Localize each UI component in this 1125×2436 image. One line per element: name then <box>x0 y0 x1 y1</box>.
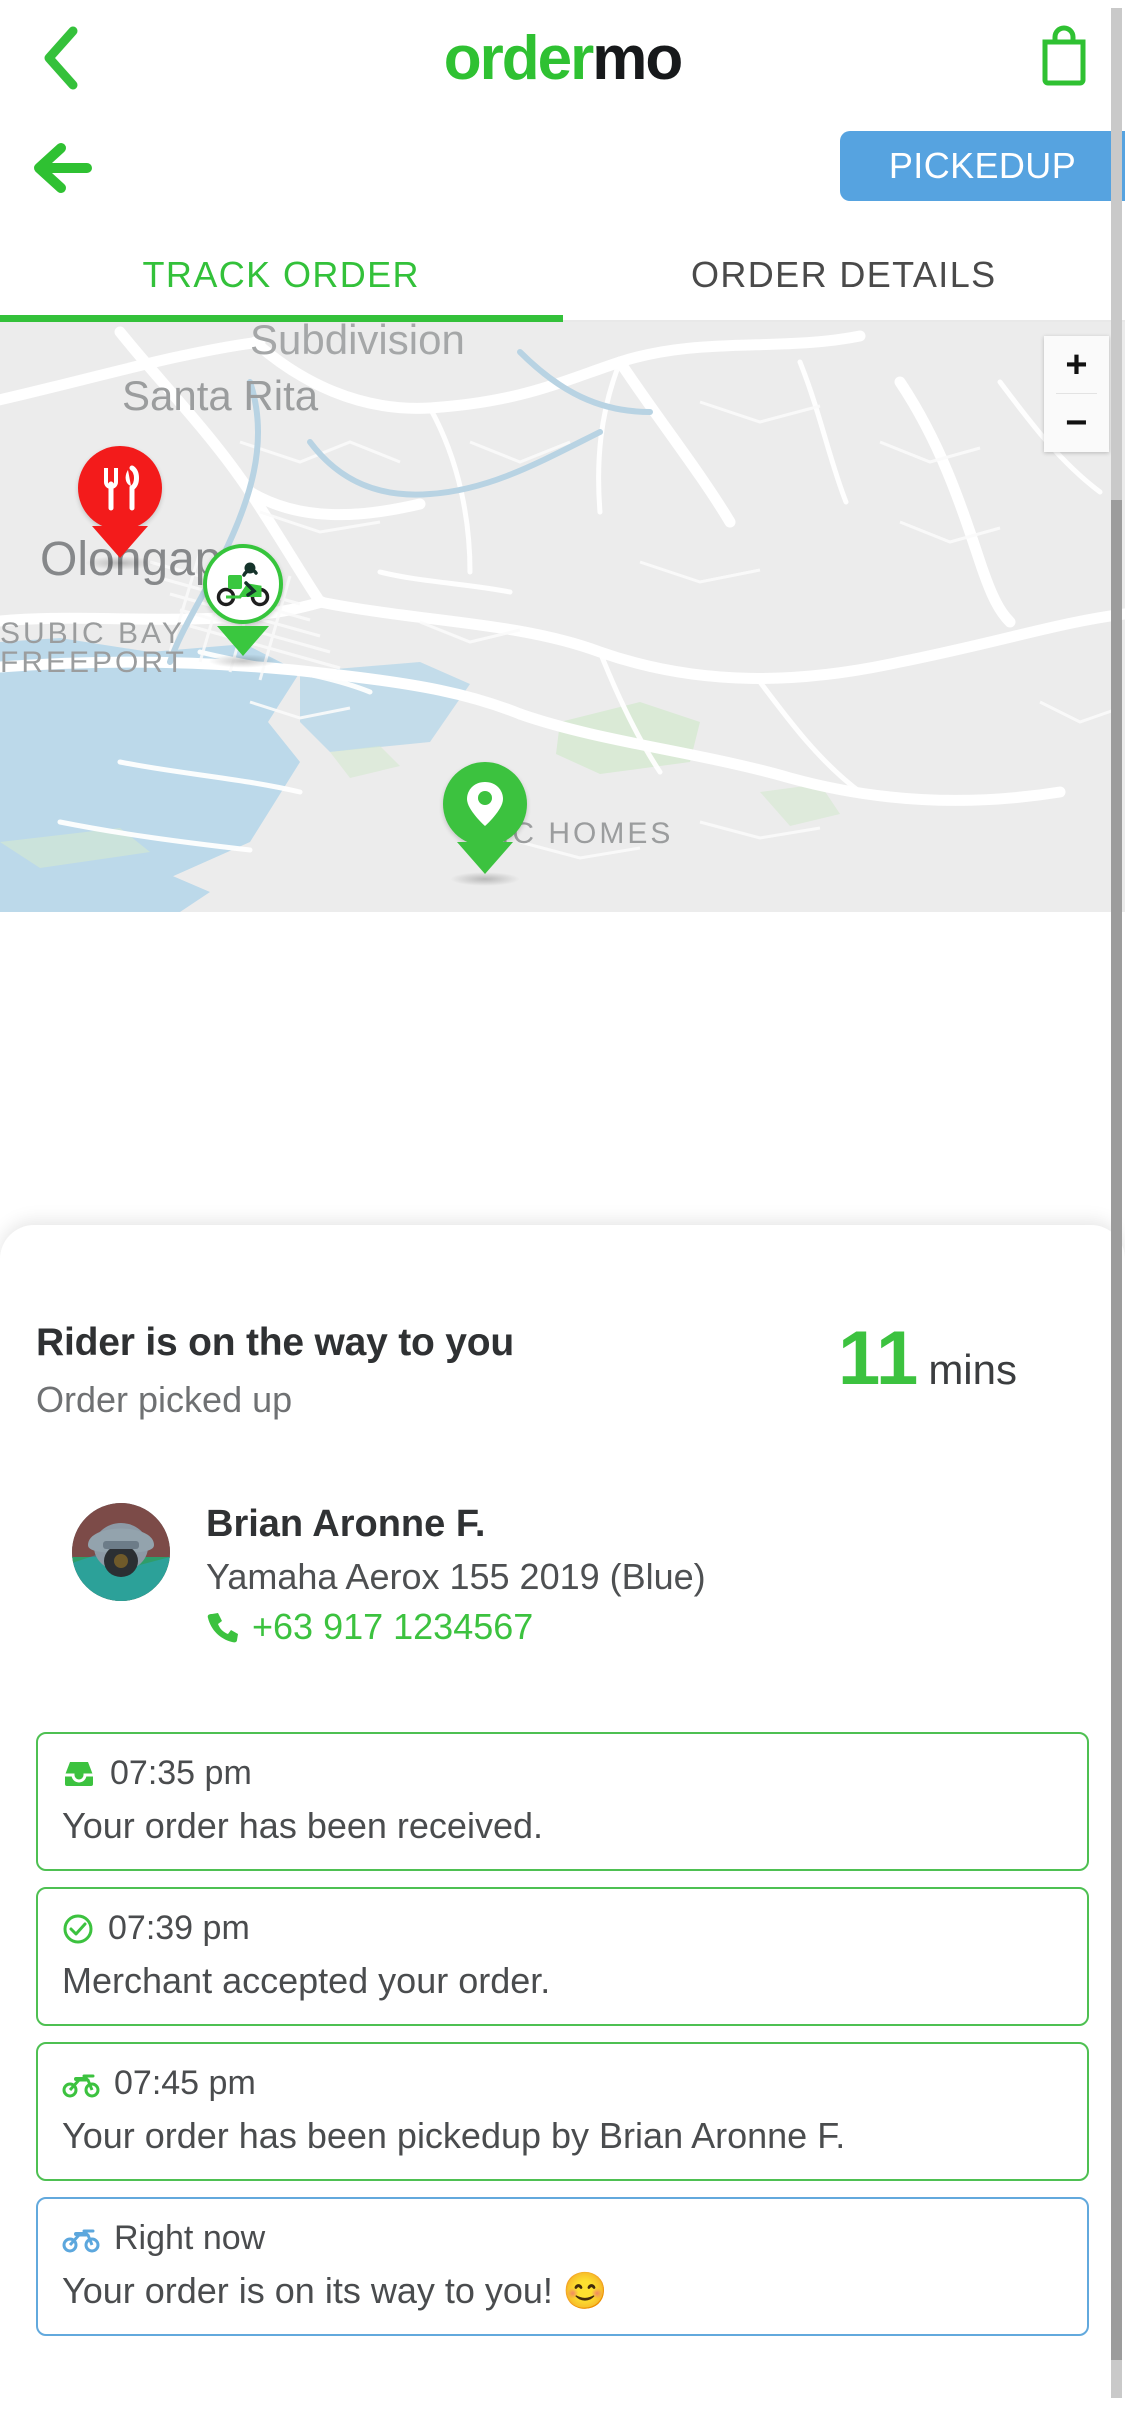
tab-bar: TRACK ORDER ORDER DETAILS <box>0 230 1125 322</box>
timeline-time-row: 07:45 pm <box>62 2064 1063 2103</box>
rider-phone-number: +63 917 1234567 <box>252 1606 534 1647</box>
destination-pin-marker-icon <box>443 762 527 846</box>
logo-text-order: order <box>443 24 594 93</box>
tab-track-order[interactable]: TRACK ORDER <box>0 230 563 322</box>
timeline-time-row: Right now <box>62 2219 1063 2258</box>
destination-marker-shadow <box>450 872 520 886</box>
map-zoom-controls: + − <box>1044 336 1109 452</box>
destination-marker[interactable] <box>443 762 527 886</box>
rider-marker-shadow <box>208 654 278 668</box>
rider-avatar[interactable] <box>72 1503 170 1601</box>
rider-info-row: Brian Aronne F. Yamaha Aerox 155 2019 (B… <box>36 1503 1089 1648</box>
map-zoom-in-button[interactable]: + <box>1044 336 1109 394</box>
check-circle-icon <box>62 1913 94 1945</box>
timeline-time: 07:35 pm <box>110 1754 252 1792</box>
rider-vehicle: Yamaha Aerox 155 2019 (Blue) <box>206 1556 706 1597</box>
order-status-sheet: Rider is on the way to you Order picked … <box>0 1225 1125 2436</box>
subheader-row: PICKEDUP <box>0 122 1125 230</box>
timeline-text: Your order is on its way to you! 😊 <box>62 2270 608 2311</box>
shopping-bag-icon[interactable] <box>1035 24 1093 86</box>
map-background <box>0 322 1125 912</box>
timeline-time: 07:45 pm <box>114 2064 256 2102</box>
destination-marker-tip <box>457 842 513 874</box>
app-header: ordermo <box>0 0 1125 122</box>
rider-scooter-marker-icon <box>203 544 283 624</box>
timeline-text: Merchant accepted your order. <box>62 1960 551 2001</box>
timeline-card-received: 07:35 pm Your order has been received. <box>36 1732 1089 1871</box>
map-view[interactable]: Subdivision Santa Rita Olongapo SUBIC BA… <box>0 322 1125 912</box>
logo-text-mo: mo <box>592 24 683 93</box>
motorcycle-icon <box>62 2070 100 2098</box>
restaurant-marker-tip <box>92 526 148 558</box>
timeline-time: Right now <box>114 2219 266 2257</box>
timeline-time-row: 07:35 pm <box>62 1754 1063 1793</box>
motorcycle-icon <box>62 2225 100 2253</box>
map-zoom-out-button[interactable]: − <box>1044 394 1109 452</box>
eta-minutes-unit: mins <box>928 1346 1017 1393</box>
rider-marker[interactable] <box>203 544 283 668</box>
status-badge: PICKEDUP <box>840 131 1125 201</box>
restaurant-marker-icon <box>78 446 162 530</box>
timeline-text: Your order has been received. <box>62 1805 543 1846</box>
timeline-time: 07:39 pm <box>108 1909 250 1947</box>
app-screen: ordermo PICKEDUP TRACK ORDER ORDER DETAI… <box>0 0 1125 2436</box>
eta-value-block: 11 mins <box>838 1321 1089 1397</box>
eta-row: Rider is on the way to you Order picked … <box>36 1225 1089 1421</box>
timeline-card-accepted: 07:39 pm Merchant accepted your order. <box>36 1887 1089 2026</box>
page-scrollbar[interactable] <box>1111 0 1125 2436</box>
eta-minutes-value: 11 <box>837 1316 919 1401</box>
restaurant-marker-shadow <box>85 556 155 570</box>
inbox-tray-icon <box>62 1759 96 1789</box>
timeline-text: Your order has been pickedup by Brian Ar… <box>62 2115 846 2156</box>
eta-subtitle: Order picked up <box>36 1379 293 1420</box>
restaurant-marker[interactable] <box>78 446 162 570</box>
phone-icon <box>206 1610 240 1644</box>
rider-detail-block: Brian Aronne F. Yamaha Aerox 155 2019 (B… <box>206 1503 706 1648</box>
timeline-card-on-the-way: Right now Your order is on its way to yo… <box>36 2197 1089 2336</box>
app-logo: ordermo <box>0 16 1125 102</box>
order-timeline: 07:35 pm Your order has been received. 0… <box>36 1732 1089 2336</box>
back-button[interactable] <box>22 132 102 208</box>
eta-text-block: Rider is on the way to you Order picked … <box>36 1321 514 1421</box>
rider-marker-tip <box>217 626 269 656</box>
arrow-left-icon <box>31 140 93 201</box>
rider-phone-link[interactable]: +63 917 1234567 <box>206 1606 706 1648</box>
timeline-card-pickedup: 07:45 pm Your order has been pickedup by… <box>36 2042 1089 2181</box>
tab-order-details[interactable]: ORDER DETAILS <box>563 230 1125 320</box>
scrollbar-thumb[interactable] <box>1111 500 1122 2360</box>
timeline-time-row: 07:39 pm <box>62 1909 1063 1948</box>
eta-title: Rider is on the way to you <box>36 1321 515 1364</box>
rider-name: Brian Aronne F. <box>206 1503 486 1545</box>
